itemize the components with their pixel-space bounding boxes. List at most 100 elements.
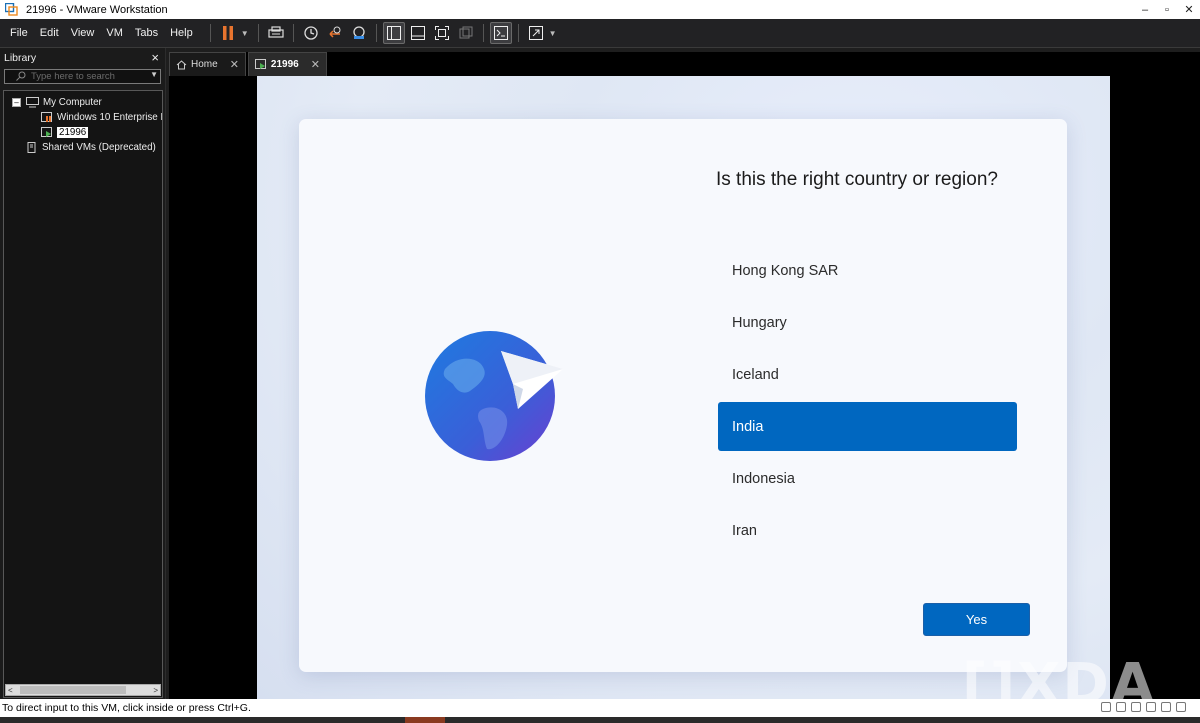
- pause-dropdown-icon[interactable]: ▼: [241, 29, 249, 38]
- shared-vms-icon: [27, 142, 36, 153]
- sound-icon[interactable]: [1146, 702, 1156, 712]
- menu-edit[interactable]: Edit: [34, 27, 65, 39]
- tab-home[interactable]: Home ✕: [169, 52, 246, 76]
- menu-view[interactable]: View: [65, 27, 101, 39]
- toolbar-divider: [517, 24, 519, 42]
- vmware-app-icon: [5, 3, 18, 16]
- window-title: 21996 - VMware Workstation: [26, 3, 168, 16]
- library-close-icon[interactable]: ×: [151, 50, 159, 65]
- toolbar-divider: [482, 24, 484, 42]
- stretch-guest-button[interactable]: [525, 22, 547, 44]
- region-option[interactable]: Iceland: [718, 349, 1017, 401]
- oobe-card: Is this the right country or region? Hon…: [299, 119, 1067, 672]
- status-text: To direct input to this VM, click inside…: [2, 702, 251, 714]
- menu-bar: File Edit View VM Tabs Help ▼ ▼: [0, 19, 1200, 48]
- tree-label-21996: 21996: [57, 127, 89, 138]
- network-icon[interactable]: [1101, 702, 1111, 712]
- minimize-button[interactable]: –: [1134, 4, 1156, 16]
- display-icon[interactable]: [1161, 702, 1171, 712]
- library-view-icon: [386, 26, 401, 40]
- tab-home-close-icon[interactable]: ✕: [230, 58, 239, 71]
- usb-icon[interactable]: [1131, 702, 1141, 712]
- revert-snapshot-button[interactable]: [324, 22, 346, 44]
- thumbnail-view-icon: [410, 26, 425, 40]
- library-panel: Library × Type here to search ▼ – My Com…: [0, 48, 166, 699]
- snapshot-manager-button[interactable]: [348, 22, 370, 44]
- globe-illustration: [423, 329, 573, 469]
- yes-button[interactable]: Yes: [923, 603, 1030, 636]
- toolbar-divider: [209, 24, 211, 42]
- library-horizontal-scrollbar[interactable]: < >: [5, 684, 161, 696]
- menu-vm[interactable]: VM: [100, 27, 129, 39]
- oobe-question: Is this the right country or region?: [716, 169, 998, 190]
- library-tree: – My Computer Windows 10 Enterprise L 21…: [3, 90, 163, 698]
- region-option[interactable]: Hong Kong SAR: [718, 245, 1017, 297]
- region-option[interactable]: Iran: [718, 505, 1017, 557]
- keyboard-icon: [268, 26, 284, 38]
- revert-snapshot-icon: [329, 26, 341, 38]
- title-bar: 21996 - VMware Workstation – ▫ ✕: [0, 0, 1200, 19]
- close-button[interactable]: ✕: [1178, 3, 1200, 16]
- tree-label-windows10: Windows 10 Enterprise L: [57, 112, 162, 123]
- tab-home-label: Home: [191, 59, 218, 70]
- tree-label-my-computer: My Computer: [43, 97, 102, 108]
- pause-button[interactable]: [217, 22, 239, 44]
- guest-screen[interactable]: Is this the right country or region? Hon…: [257, 76, 1110, 699]
- globe-paper-plane-icon: [425, 331, 563, 461]
- stretch-icon: [528, 26, 543, 40]
- tab-21996-label: 21996: [270, 59, 299, 70]
- status-bar: To direct input to this VM, click inside…: [0, 699, 1200, 717]
- toolbar: ▼ ▼: [205, 22, 561, 44]
- snapshot-button[interactable]: [300, 22, 322, 44]
- tree-node-windows10[interactable]: Windows 10 Enterprise L: [4, 110, 162, 125]
- show-library-button[interactable]: [382, 22, 405, 44]
- region-option[interactable]: Indonesia: [718, 453, 1017, 505]
- thumbnail-bar-button[interactable]: [407, 22, 429, 44]
- tree-node-my-computer[interactable]: – My Computer: [4, 95, 162, 110]
- menu-file[interactable]: File: [4, 27, 34, 39]
- tab-strip: Home ✕ 21996 ✕: [169, 52, 1200, 76]
- host-taskbar: [0, 717, 1200, 723]
- tab-21996-close-icon[interactable]: ✕: [311, 58, 320, 71]
- full-screen-icon: [434, 26, 449, 40]
- region-list: Hong Kong SAR Hungary Iceland India Indo…: [718, 245, 1017, 557]
- unity-button[interactable]: [455, 22, 477, 44]
- region-option-selected[interactable]: India: [718, 402, 1017, 451]
- scrollbar-thumb[interactable]: [20, 686, 126, 694]
- toolbar-divider: [375, 24, 377, 42]
- stretch-dropdown-icon[interactable]: ▼: [549, 29, 557, 38]
- vm-stopped-icon: [41, 112, 52, 122]
- home-icon: [176, 59, 187, 69]
- library-title: Library: [4, 51, 37, 64]
- search-dropdown-icon[interactable]: ▼: [150, 70, 158, 79]
- menu-help[interactable]: Help: [164, 27, 199, 39]
- toolbar-divider: [257, 24, 259, 42]
- taskbar-active-app[interactable]: [405, 717, 445, 723]
- vm-console[interactable]: Is this the right country or region? Hon…: [169, 76, 1200, 699]
- vm-running-icon: [41, 127, 52, 137]
- collapse-icon[interactable]: –: [12, 98, 21, 107]
- status-device-icons: [1101, 702, 1186, 712]
- scroll-left-icon[interactable]: <: [8, 686, 13, 695]
- menu-tabs[interactable]: Tabs: [129, 27, 164, 39]
- tab-21996[interactable]: 21996 ✕: [247, 52, 327, 76]
- full-screen-button[interactable]: [431, 22, 453, 44]
- computer-icon: [26, 97, 39, 108]
- console-icon: [493, 26, 508, 40]
- scroll-right-icon[interactable]: >: [153, 686, 158, 695]
- tree-node-shared-vms[interactable]: Shared VMs (Deprecated): [4, 140, 162, 155]
- toolbar-divider: [292, 24, 294, 42]
- maximize-button[interactable]: ▫: [1156, 4, 1178, 16]
- pause-icon: [222, 26, 233, 40]
- library-search-input[interactable]: Type here to search ▼: [4, 69, 161, 84]
- send-ctrl-alt-del-button[interactable]: [265, 22, 287, 44]
- messages-icon[interactable]: [1176, 702, 1186, 712]
- disk-icon[interactable]: [1116, 702, 1126, 712]
- unity-icon: [459, 26, 473, 39]
- console-view-button[interactable]: [489, 22, 512, 44]
- tree-node-21996[interactable]: 21996: [4, 125, 162, 140]
- snapshot-clock-icon: [304, 26, 318, 40]
- region-option[interactable]: Hungary: [718, 297, 1017, 349]
- vm-running-icon: [254, 59, 266, 69]
- tree-label-shared-vms: Shared VMs (Deprecated): [42, 142, 156, 153]
